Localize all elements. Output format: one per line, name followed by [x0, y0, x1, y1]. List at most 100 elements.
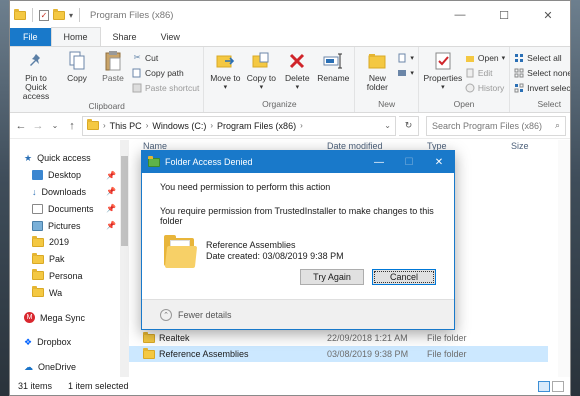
paste-shortcut-button[interactable]: Paste shortcut: [132, 81, 199, 94]
new-folder-icon[interactable]: [53, 8, 65, 20]
copy-button[interactable]: Copy: [60, 50, 94, 101]
folder-icon: [32, 235, 44, 247]
download-icon: ↓: [32, 186, 37, 197]
select-none-button[interactable]: Select none: [514, 66, 570, 79]
pin-icon: [25, 50, 47, 72]
sidebar-item-2019[interactable]: 2019: [10, 234, 120, 251]
mega-icon: M: [24, 312, 35, 324]
up-arrow-icon[interactable]: ↑: [65, 120, 79, 132]
item-count: 31 items: [18, 381, 53, 391]
table-row-selected[interactable]: Reference Assemblies 03/08/2019 9:38 PM …: [129, 346, 548, 362]
forward-arrow-icon[interactable]: →: [31, 120, 45, 132]
copy-to-button[interactable]: Copy to ▾: [244, 50, 278, 99]
move-to-button[interactable]: Move to ▾: [208, 50, 242, 99]
easy-access-icon: [397, 68, 407, 78]
invert-selection-icon: [514, 83, 524, 93]
open-button[interactable]: Open ▾: [465, 51, 505, 64]
properties-icon[interactable]: ✓: [39, 9, 49, 21]
dialog-heading: You need permission to perform this acti…: [160, 182, 331, 192]
pin-icon: 📌: [106, 204, 116, 214]
onedrive-icon: ☁: [24, 361, 33, 372]
minimize-button[interactable]: —: [438, 1, 482, 29]
customize-qat-icon[interactable]: ▾: [69, 11, 73, 20]
new-item-button[interactable]: ▾: [397, 51, 414, 64]
folder-icon: [14, 8, 26, 20]
group-select: Select all Select none Invert selection …: [510, 47, 570, 112]
paste-shortcut-icon: [132, 83, 142, 93]
tab-view[interactable]: View: [149, 28, 192, 46]
pin-icon: 📌: [106, 221, 116, 231]
sidebar-item-pictures[interactable]: Pictures 📌: [10, 217, 120, 234]
title-bar: ✓ ▾ Program Files (x86) — ☐ ✕: [10, 1, 570, 29]
new-item-icon: [397, 53, 407, 63]
sidebar-item-pak[interactable]: Pak: [10, 251, 120, 268]
rename-button[interactable]: Rename: [316, 50, 350, 99]
sidebar-item-wa[interactable]: Wa: [10, 284, 120, 301]
tab-home[interactable]: Home: [50, 27, 101, 46]
star-icon: ★: [24, 152, 33, 163]
folder-icon: [87, 119, 99, 130]
sidebar-item-downloads[interactable]: ↓ Downloads 📌: [10, 184, 120, 201]
easy-access-button[interactable]: ▾: [397, 66, 414, 79]
try-again-button[interactable]: Try Again: [300, 269, 364, 285]
dialog-minimize-button[interactable]: —: [364, 157, 394, 168]
dialog-maximize-button[interactable]: ☐: [394, 157, 424, 168]
ribbon: Pin to Quick access Copy Paste ✂ Cut Copy…: [10, 47, 570, 113]
address-bar-row: ← → ⌄ ↑ › This PC › Windows (C:) › Progr…: [10, 113, 570, 139]
sidebar-item-quick-access[interactable]: ★ Quick access: [10, 150, 120, 167]
folder-icon: [148, 155, 160, 167]
fewer-details-button[interactable]: Fewer details: [178, 310, 232, 320]
edit-button[interactable]: Edit: [465, 66, 505, 79]
invert-selection-button[interactable]: Invert selection: [514, 81, 570, 94]
copy-icon: [66, 50, 88, 72]
pin-quick-access-button[interactable]: Pin to Quick access: [14, 50, 58, 101]
copy-path-button[interactable]: Copy path: [132, 66, 199, 79]
details-view-icon[interactable]: [538, 380, 550, 392]
sidebar-item-persona[interactable]: Persona: [10, 268, 120, 285]
sidebar-item-desktop[interactable]: Desktop 📌: [10, 167, 120, 184]
close-button[interactable]: ✕: [526, 1, 570, 29]
navigation-scrollbar[interactable]: [120, 140, 129, 377]
breadcrumb-folder[interactable]: Program Files (x86): [217, 121, 296, 131]
select-all-icon: [514, 53, 524, 63]
sidebar-item-mega-sync[interactable]: M Mega Sync: [10, 309, 120, 326]
group-organize: Move to ▾ Copy to ▾ Delete ▾ Rename Organiz…: [204, 47, 356, 112]
large-icons-view-icon[interactable]: [552, 380, 564, 392]
chevron-down-icon[interactable]: ⌄: [384, 121, 391, 130]
search-input[interactable]: Search Program Files (x86) ⌕: [426, 115, 566, 136]
folder-access-denied-dialog: Folder Access Denied — ☐ ✕ You need perm…: [141, 150, 455, 330]
breadcrumb-drive[interactable]: Windows (C:): [152, 121, 206, 131]
paste-button[interactable]: Paste: [96, 50, 130, 101]
scissors-icon: ✂: [133, 52, 141, 62]
sidebar-item-documents[interactable]: Documents 📌: [10, 200, 120, 217]
cut-button[interactable]: ✂ Cut: [132, 51, 199, 64]
group-label-clipboard: Clipboard: [88, 101, 125, 111]
sidebar-item-onedrive[interactable]: ☁ OneDrive: [10, 359, 120, 376]
column-size[interactable]: Size: [511, 141, 529, 151]
tab-file[interactable]: File: [10, 28, 51, 46]
refresh-button[interactable]: ↻: [399, 115, 419, 136]
new-folder-button[interactable]: New folder: [359, 50, 395, 99]
back-arrow-icon[interactable]: ←: [14, 120, 28, 132]
properties-icon: [432, 50, 454, 72]
group-open: Properties ▾ Open ▾ Edit History Open: [419, 47, 511, 112]
folder-icon: [32, 286, 44, 298]
cancel-button[interactable]: Cancel: [372, 269, 436, 285]
dialog-close-button[interactable]: ✕: [424, 157, 454, 168]
address-bar[interactable]: › This PC › Windows (C:) › Program Files…: [82, 115, 396, 136]
file-list-scrollbar[interactable]: [558, 140, 570, 377]
group-label-new: New: [378, 99, 396, 109]
folder-icon: [164, 234, 198, 270]
tab-share[interactable]: Share: [101, 28, 149, 46]
chevron-up-icon[interactable]: ⌃: [160, 308, 172, 321]
sidebar-item-dropbox[interactable]: ❖ Dropbox: [10, 334, 120, 351]
recent-locations-icon[interactable]: ⌄: [48, 121, 62, 130]
properties-button[interactable]: Properties ▾: [423, 50, 463, 99]
navigation-pane: ★ Quick access Desktop 📌 ↓ Downloads 📌 Docum…: [10, 140, 120, 377]
history-button[interactable]: History: [465, 81, 505, 94]
breadcrumb-this-pc[interactable]: This PC: [110, 121, 142, 131]
delete-button[interactable]: Delete ▾: [280, 50, 314, 99]
table-row[interactable]: Realtek 22/09/2018 1:21 AM File folder: [129, 330, 548, 346]
maximize-button[interactable]: ☐: [482, 1, 526, 29]
select-all-button[interactable]: Select all: [514, 51, 570, 64]
